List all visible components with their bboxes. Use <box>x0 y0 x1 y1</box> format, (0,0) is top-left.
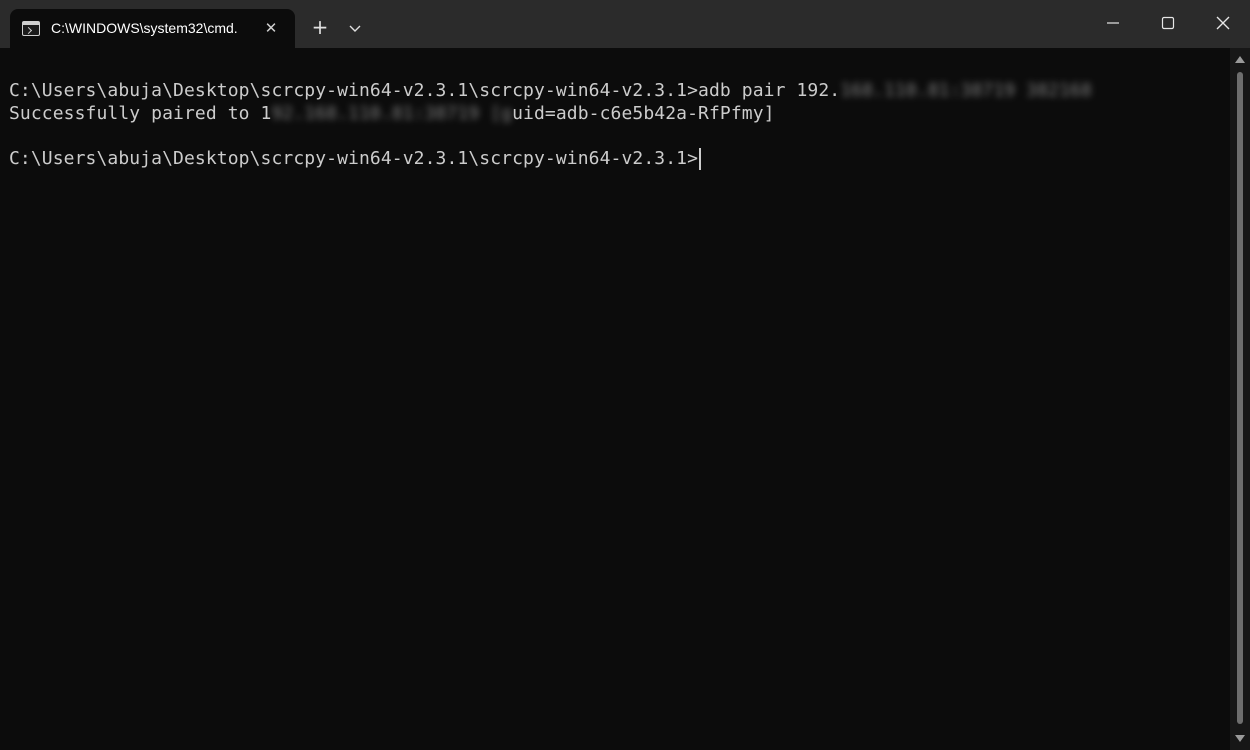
scroll-thumb[interactable] <box>1237 72 1243 724</box>
terminal-line: Successfully paired to 192.168.110.81:38… <box>9 103 775 125</box>
maximize-icon <box>1161 16 1175 30</box>
vertical-scrollbar[interactable] <box>1230 48 1250 750</box>
new-tab-button[interactable]: + <box>307 14 333 40</box>
prompt-text: C:\Users\abuja\Desktop\scrcpy-win64-v2.3… <box>9 148 699 169</box>
minimize-button[interactable] <box>1085 0 1141 46</box>
redacted-text: 168.110.81:38719 382168 <box>840 80 1092 101</box>
scroll-down-icon[interactable] <box>1235 735 1245 742</box>
cmd-icon <box>22 21 40 36</box>
close-tab-icon[interactable]: ✕ <box>260 17 282 39</box>
maximize-button[interactable] <box>1140 0 1196 46</box>
close-icon <box>1216 16 1230 30</box>
command-text: C:\Users\abuja\Desktop\scrcpy-win64-v2.3… <box>9 80 841 101</box>
text-cursor <box>699 148 702 170</box>
redacted-text: 92.168.110.81:38719 [g <box>271 103 513 124</box>
terminal-line: C:\Users\abuja\Desktop\scrcpy-win64-v2.3… <box>9 80 1092 102</box>
scroll-up-icon[interactable] <box>1235 56 1245 63</box>
terminal-line: C:\Users\abuja\Desktop\scrcpy-win64-v2.3… <box>9 148 702 170</box>
minimize-icon <box>1107 22 1119 24</box>
tab-title: C:\WINDOWS\system32\cmd. <box>51 20 238 36</box>
output-text: uid=adb-c6e5b42a-RfPfmy] <box>512 103 775 124</box>
title-bar: C:\WINDOWS\system32\cmd. ✕ + <box>0 0 1250 48</box>
output-text: Successfully paired to 1 <box>9 103 272 124</box>
chevron-down-icon <box>349 25 361 32</box>
tab-dropdown-button[interactable] <box>343 16 367 40</box>
close-window-button[interactable] <box>1195 0 1250 46</box>
terminal-output[interactable]: C:\Users\abuja\Desktop\scrcpy-win64-v2.3… <box>0 48 1230 750</box>
tab-cmd[interactable]: C:\WINDOWS\system32\cmd. ✕ <box>10 9 295 48</box>
